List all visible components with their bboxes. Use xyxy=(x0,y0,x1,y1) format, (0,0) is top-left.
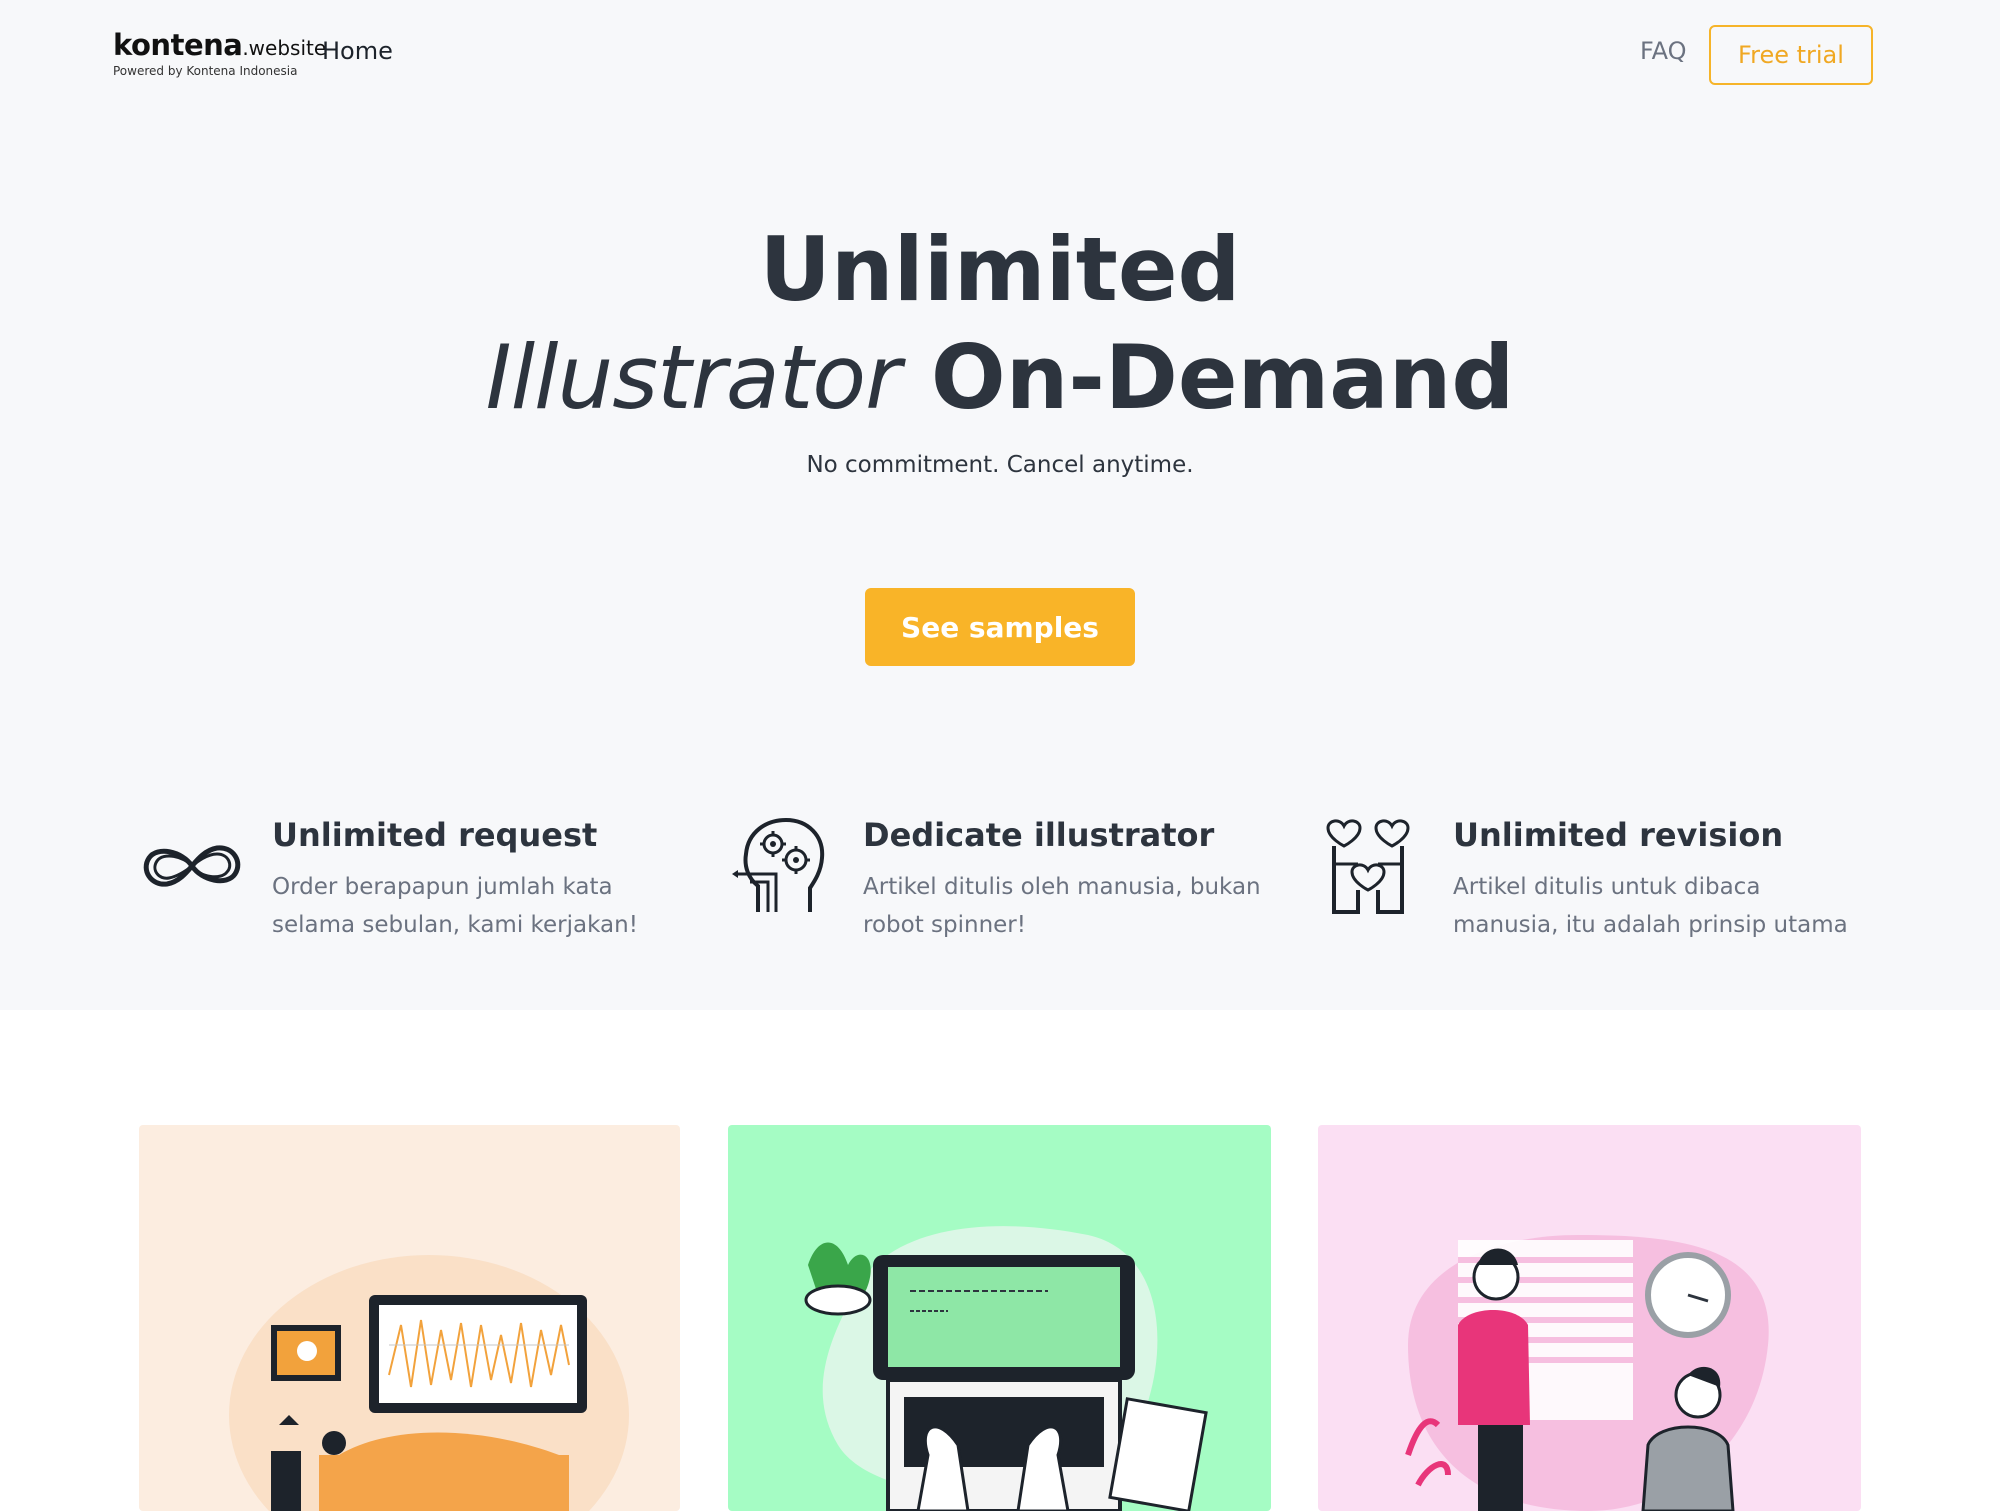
shocked-people-illustration xyxy=(1405,1235,1769,1511)
feature-title: Unlimited request xyxy=(272,816,598,854)
hero-title-rest: On-Demand xyxy=(900,326,1515,429)
feature-title: Unlimited revision xyxy=(1453,816,1784,854)
logo-main-text: kontena xyxy=(113,28,243,62)
logo-wordmark: kontena.website xyxy=(113,29,326,64)
hero-subtitle: No commitment. Cancel anytime. xyxy=(806,452,1194,478)
feature-description: Artikel ditulis untuk dibaca manusia, it… xyxy=(1453,874,1848,938)
sleeping-person-illustration xyxy=(229,1255,629,1511)
feature-description: Order berapapun jumlah kata selama sebul… xyxy=(272,874,638,938)
logo-tagline: Powered by Kontena Indonesia xyxy=(113,64,298,78)
see-samples-button[interactable]: See samples xyxy=(865,588,1135,666)
logo-suffix-text: .website xyxy=(242,36,327,60)
hearts-hands-icon xyxy=(1318,816,1428,916)
brain-head-icon xyxy=(728,816,838,916)
infinity-icon xyxy=(137,816,247,916)
feature-title: Dedicate illustrator xyxy=(863,816,1215,854)
sample-card-bedroom[interactable] xyxy=(139,1125,680,1511)
feature-description: Artikel ditulis oleh manusia, bukan robo… xyxy=(863,874,1261,938)
hero-title-script-word: Illustrator xyxy=(485,326,902,429)
nav-faq-link[interactable]: FAQ xyxy=(1640,37,1687,65)
free-trial-button[interactable]: Free trial xyxy=(1709,25,1873,85)
hero-title-line2: Illustrator On-Demand xyxy=(0,328,2000,428)
hero-section xyxy=(0,0,2000,1010)
logo[interactable]: kontena.website Powered by Kontena Indon… xyxy=(113,29,326,78)
laptop-typing-illustration xyxy=(804,1226,1208,1511)
sample-card-people[interactable] xyxy=(1318,1125,1861,1511)
sample-card-laptop[interactable] xyxy=(728,1125,1271,1511)
nav-home-link[interactable]: Home xyxy=(322,37,393,65)
hero-title-line1: Unlimited xyxy=(759,218,1241,321)
